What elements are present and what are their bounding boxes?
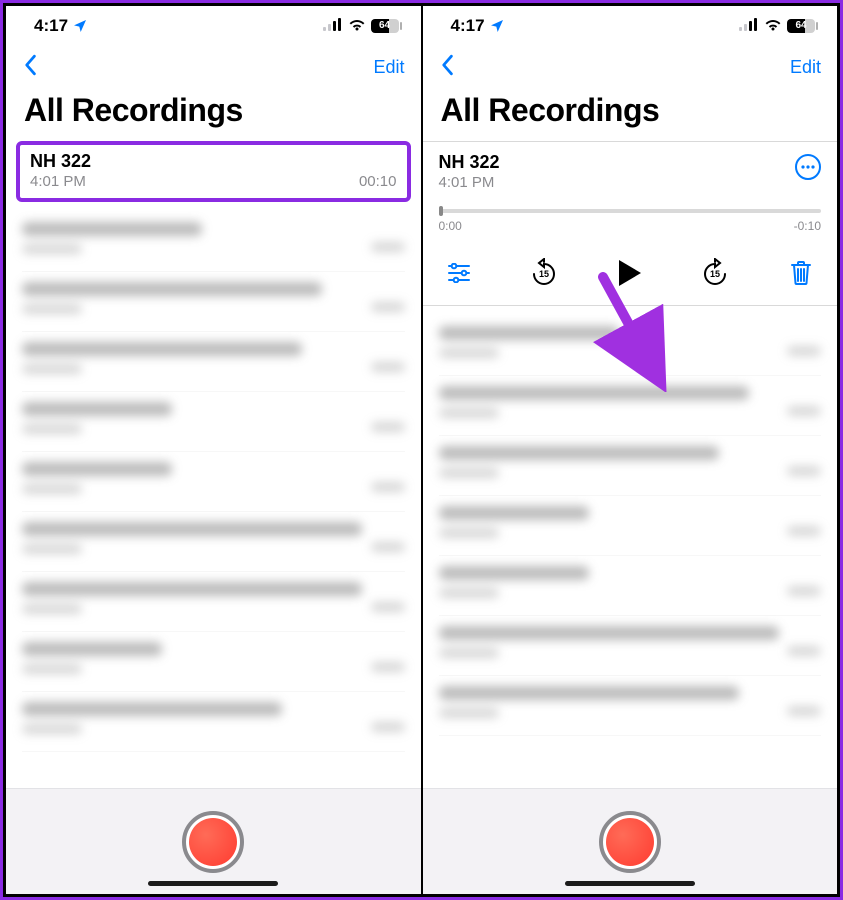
record-button[interactable] bbox=[182, 811, 244, 873]
player-recording-title: NH 322 bbox=[439, 152, 500, 173]
status-time: 4:17 bbox=[451, 16, 485, 36]
list-item-blurred bbox=[439, 616, 822, 676]
back-button[interactable] bbox=[439, 54, 455, 81]
record-button[interactable] bbox=[599, 811, 661, 873]
recording-duration: 00:10 bbox=[359, 173, 397, 190]
skip-forward-15-button[interactable]: 15 bbox=[697, 255, 733, 291]
battery-indicator: 64 bbox=[371, 19, 399, 33]
list-item-blurred bbox=[22, 632, 405, 692]
list-item-blurred bbox=[22, 212, 405, 272]
record-icon bbox=[606, 818, 654, 866]
playback-scrubber[interactable] bbox=[439, 209, 822, 213]
recording-player-expanded: NH 322 4:01 PM 0:00 -0:10 15 bbox=[423, 141, 838, 306]
page-title: All Recordings bbox=[6, 88, 421, 141]
delete-button[interactable] bbox=[783, 255, 819, 291]
wifi-icon bbox=[348, 16, 366, 36]
list-item-blurred bbox=[22, 452, 405, 512]
list-item-blurred bbox=[439, 436, 822, 496]
edit-button[interactable]: Edit bbox=[790, 57, 821, 78]
cellular-signal-icon bbox=[323, 16, 343, 36]
home-indicator[interactable] bbox=[565, 881, 695, 886]
recordings-list-blurred bbox=[6, 202, 421, 788]
record-toolbar bbox=[423, 788, 838, 894]
recording-time: 4:01 PM bbox=[30, 173, 86, 190]
recording-list-item-selected[interactable]: NH 322 4:01 PM 00:10 bbox=[16, 141, 411, 202]
status-bar: 4:17 64 bbox=[423, 6, 838, 46]
phone-screenshot-left: 4:17 64 Edit All Recordings bbox=[3, 3, 422, 897]
elapsed-time-label: 0:00 bbox=[439, 219, 462, 233]
list-item-blurred bbox=[22, 332, 405, 392]
remaining-time-label: -0:10 bbox=[794, 219, 821, 233]
list-item-blurred bbox=[22, 272, 405, 332]
edit-button[interactable]: Edit bbox=[373, 57, 404, 78]
recordings-list-blurred bbox=[423, 306, 838, 788]
back-button[interactable] bbox=[22, 54, 38, 81]
player-recording-time: 4:01 PM bbox=[439, 174, 500, 191]
location-services-icon bbox=[489, 18, 505, 34]
cellular-signal-icon bbox=[739, 16, 759, 36]
list-item-blurred bbox=[22, 512, 405, 572]
svg-text:15: 15 bbox=[710, 269, 720, 279]
more-options-button[interactable] bbox=[795, 154, 821, 180]
list-item-blurred bbox=[439, 496, 822, 556]
playback-options-button[interactable] bbox=[441, 255, 477, 291]
list-item-blurred bbox=[439, 556, 822, 616]
scrubber-thumb-icon bbox=[439, 206, 443, 216]
navigation-bar: Edit bbox=[6, 46, 421, 88]
play-button[interactable] bbox=[612, 255, 648, 291]
wifi-icon bbox=[764, 16, 782, 36]
page-title: All Recordings bbox=[423, 88, 838, 141]
list-item-blurred bbox=[439, 376, 822, 436]
list-item-blurred bbox=[22, 392, 405, 452]
status-bar: 4:17 64 bbox=[6, 6, 421, 46]
home-indicator[interactable] bbox=[148, 881, 278, 886]
recording-title: NH 322 bbox=[30, 151, 397, 172]
status-time: 4:17 bbox=[34, 16, 68, 36]
navigation-bar: Edit bbox=[423, 46, 838, 88]
record-toolbar bbox=[6, 788, 421, 894]
phone-screenshot-right: 4:17 64 Edit All Recordings bbox=[422, 3, 841, 897]
list-item-blurred bbox=[439, 316, 822, 376]
location-services-icon bbox=[72, 18, 88, 34]
svg-text:15: 15 bbox=[539, 269, 549, 279]
battery-indicator: 64 bbox=[787, 19, 815, 33]
list-item-blurred bbox=[22, 692, 405, 752]
record-icon bbox=[189, 818, 237, 866]
list-item-blurred bbox=[439, 676, 822, 736]
skip-backward-15-button[interactable]: 15 bbox=[526, 255, 562, 291]
list-item-blurred bbox=[22, 572, 405, 632]
